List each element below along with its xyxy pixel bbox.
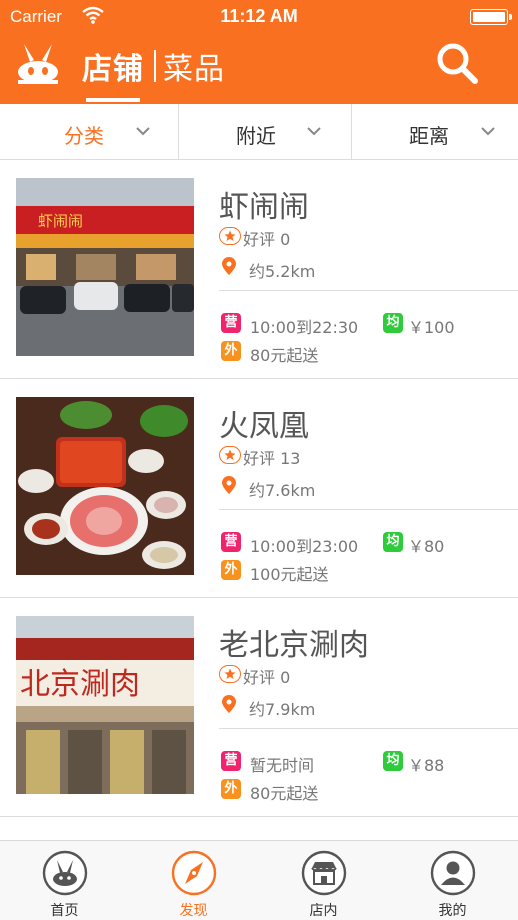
- distance-text: 约7.6km: [249, 481, 316, 500]
- shop-list-item[interactable]: 虾闹闹 虾闹闹 好评 0 约5.2km 营 10:00到22:30 均 ￥100…: [0, 160, 518, 379]
- chevron-down-icon: [136, 127, 150, 136]
- star-icon: [219, 665, 241, 683]
- shop-name: 火凤凰: [219, 409, 309, 444]
- shop-name: 老北京涮肉: [219, 628, 369, 663]
- active-tab-indicator: [86, 98, 140, 102]
- distance-text: 约5.2km: [249, 262, 316, 281]
- hours-tag: 营: [221, 532, 241, 552]
- business-hours: 暂无时间: [250, 756, 315, 775]
- hours-tag: 营: [221, 313, 241, 333]
- compass-icon: [171, 850, 217, 896]
- bottom-tab-bar: 首页 发现 店内 我的: [0, 840, 518, 920]
- rating-text: 好评 13: [243, 449, 301, 468]
- shop-photo: [16, 397, 194, 575]
- delivery-tag: 外: [221, 341, 241, 361]
- avg-price-tag: 均: [383, 532, 403, 552]
- shop-name: 虾闹闹: [219, 190, 309, 225]
- business-hours: 10:00到22:30: [250, 318, 359, 337]
- clock: 11:12 AM: [220, 6, 298, 26]
- filter-distance[interactable]: 距离: [352, 104, 518, 159]
- app-header: Carrier 11:12 AM 店铺 菜品: [0, 0, 518, 104]
- chevron-down-icon: [307, 127, 321, 136]
- avg-price: ￥80: [408, 537, 445, 556]
- avg-price: ￥88: [408, 756, 445, 775]
- item-divider: [219, 290, 518, 291]
- shop-sign-text: 虾闹闹: [38, 212, 83, 230]
- delivery-minimum: 80元起送: [250, 784, 319, 803]
- avg-price-tag: 均: [383, 751, 403, 771]
- shop-list-item[interactable]: 火凤凰 好评 13 约7.6km 营 10:00到23:00 均 ￥80 外 1…: [0, 379, 518, 598]
- business-hours: 10:00到23:00: [250, 537, 359, 556]
- search-icon[interactable]: [434, 40, 480, 86]
- battery-cap: [509, 14, 512, 20]
- home-rabbit-icon: [42, 850, 88, 896]
- filter-category-label: 分类: [64, 124, 104, 148]
- delivery-minimum: 80元起送: [250, 346, 319, 365]
- location-pin-icon: [222, 476, 236, 494]
- status-bar: Carrier 11:12 AM: [0, 0, 518, 34]
- avg-price: ￥100: [408, 318, 455, 337]
- nav-discover-label: 发现: [179, 903, 208, 919]
- nav-discover[interactable]: 发现: [129, 841, 258, 920]
- avg-price-tag: 均: [383, 313, 403, 333]
- store-icon: [301, 850, 347, 896]
- item-divider: [219, 728, 518, 729]
- delivery-tag: 外: [221, 779, 241, 799]
- tab-shop[interactable]: 店铺: [82, 44, 144, 88]
- shop-photo: 虾闹闹: [16, 178, 194, 356]
- rating-text: 好评 0: [243, 668, 291, 687]
- item-divider: [219, 509, 518, 510]
- shop-list-item[interactable]: 北京涮肉 老北京涮肉 好评 0 约7.9km 营 暂无时间 均 ￥88 外 80…: [0, 598, 518, 817]
- user-icon: [430, 850, 476, 896]
- filter-category[interactable]: 分类: [0, 104, 178, 159]
- battery-icon: [470, 9, 508, 25]
- rating-text: 好评 0: [243, 230, 291, 249]
- distance-text: 约7.9km: [249, 700, 316, 719]
- location-pin-icon: [222, 695, 236, 713]
- nav-store-label: 店内: [309, 903, 338, 919]
- hours-tag: 营: [221, 751, 241, 771]
- tab-dish[interactable]: 菜品: [163, 44, 225, 88]
- tab-divider: [154, 50, 156, 82]
- star-icon: [219, 227, 241, 245]
- nav-profile[interactable]: 我的: [388, 841, 517, 920]
- rabbit-logo-icon: [18, 44, 58, 84]
- nav-profile-label: 我的: [438, 903, 467, 919]
- nav-store[interactable]: 店内: [259, 841, 388, 920]
- location-pin-icon: [222, 257, 236, 275]
- nav-home[interactable]: 首页: [0, 841, 129, 920]
- shop-photo: 北京涮肉: [16, 616, 194, 794]
- filter-bar: 分类 附近 距离: [0, 104, 518, 160]
- filter-nearby-label: 附近: [236, 124, 276, 148]
- delivery-tag: 外: [221, 560, 241, 580]
- delivery-minimum: 100元起送: [250, 565, 329, 584]
- shop-sign-text: 北京涮肉: [20, 667, 140, 702]
- star-icon: [219, 446, 241, 464]
- nav-home-label: 首页: [50, 903, 79, 919]
- filter-distance-label: 距离: [409, 124, 449, 148]
- chevron-down-icon: [481, 127, 495, 136]
- filter-nearby[interactable]: 附近: [179, 104, 351, 159]
